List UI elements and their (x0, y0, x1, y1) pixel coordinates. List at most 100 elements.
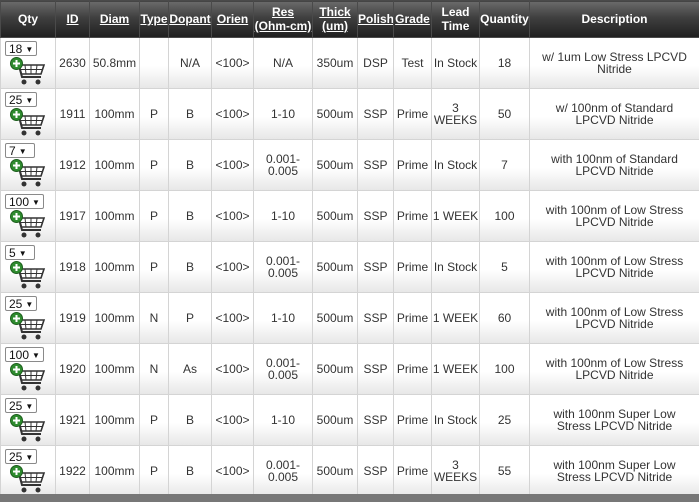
cell-diam: 50.8mm (89, 37, 140, 89)
cell-thick: 500um (312, 241, 358, 293)
qty-select[interactable]: 25 ▼ (5, 398, 38, 413)
cell-polish: SSP (357, 190, 394, 242)
cell-res: 0.001-0.005 (253, 445, 313, 497)
qty-cell: 25 ▼ (0, 88, 56, 140)
table-row: 25 ▼ 1911 100mm P B <100> 1-10 500um SSP Prime 3 WE… (0, 88, 699, 140)
cell-dopant: N/A (168, 37, 212, 89)
table-row: 5 ▼ 1918 100mm P B <100> 0.001-0.005 500um SSP Pri… (0, 241, 699, 293)
add-to-cart-icon[interactable] (10, 209, 46, 239)
cell-quantity: 100 (479, 343, 530, 395)
chevron-down-icon[interactable]: ▼ (25, 402, 33, 411)
cell-diam: 100mm (89, 88, 140, 140)
cell-id: 1912 (55, 139, 90, 191)
column-header-res[interactable]: Res (Ohm-cm) (253, 0, 313, 38)
add-to-cart-icon[interactable] (10, 311, 46, 341)
table-row: 100 ▼ 1917 100mm P B <100> 1-10 500um SSP Prime 1 W… (0, 190, 699, 242)
table-body: 18 ▼ 2630 50.8mm N/A <100> N/A 350um DSP Test In S… (0, 37, 699, 497)
add-to-cart-icon[interactable] (10, 56, 46, 86)
cell-orien: <100> (211, 394, 254, 446)
cell-grade: Prime (393, 394, 432, 446)
cell-res: 1-10 (253, 88, 313, 140)
column-header-polish[interactable]: Polish (357, 0, 394, 38)
qty-select[interactable]: 25 ▼ (5, 296, 38, 311)
qty-select[interactable]: 5 ▼ (5, 245, 35, 260)
qty-select[interactable]: 25 ▼ (5, 449, 38, 464)
cell-lead: In Stock (431, 139, 480, 191)
column-header-grade[interactable]: Grade (393, 0, 432, 38)
column-header-sublabel: (Ohm-cm) (254, 19, 312, 33)
chevron-down-icon[interactable]: ▼ (25, 45, 33, 54)
cell-desc: with 100nm of Low Stress LPCVD Nitride (529, 190, 699, 242)
cell-type (139, 37, 169, 89)
cell-dopant: B (168, 88, 212, 140)
column-header-id[interactable]: ID (55, 0, 90, 38)
cell-thick: 500um (312, 139, 358, 191)
cell-grade: Prime (393, 343, 432, 395)
column-header-label: Polish (358, 12, 394, 26)
column-header-qty: Qty (0, 0, 56, 38)
cell-orien: <100> (211, 37, 254, 89)
cell-thick: 500um (312, 88, 358, 140)
add-to-cart-icon[interactable] (10, 362, 46, 392)
qty-cell: 100 ▼ (0, 343, 56, 395)
cell-type: P (139, 88, 169, 140)
qty-select[interactable]: 100 ▼ (5, 347, 44, 362)
cell-thick: 500um (312, 343, 358, 395)
chevron-down-icon[interactable]: ▼ (25, 300, 33, 309)
cell-diam: 100mm (89, 190, 140, 242)
chevron-down-icon[interactable]: ▼ (32, 351, 40, 360)
cell-id: 1917 (55, 190, 90, 242)
table-row: 25 ▼ 1922 100mm P B <100> 0.001-0.005 500um SSP Pr… (0, 445, 699, 497)
cell-dopant: B (168, 190, 212, 242)
qty-select-value: 25 (9, 450, 23, 464)
cell-diam: 100mm (89, 445, 140, 497)
table-row: 100 ▼ 1920 100mm N As <100> 0.001-0.005 500um SSP… (0, 343, 699, 395)
add-to-cart-icon[interactable] (10, 260, 46, 290)
qty-select-value: 100 (9, 195, 30, 209)
cell-id: 1919 (55, 292, 90, 344)
cell-orien: <100> (211, 88, 254, 140)
chevron-down-icon[interactable]: ▼ (25, 96, 33, 105)
qty-select[interactable]: 25 ▼ (5, 92, 38, 107)
cell-lead: In Stock (431, 241, 480, 293)
column-header-label: Quantity (480, 12, 529, 26)
cell-desc: w/ 1um Low Stress LPCVD Nitride (529, 37, 699, 89)
cell-lead: 1 WEEK (431, 190, 480, 242)
add-to-cart-icon[interactable] (10, 107, 46, 137)
qty-cell: 25 ▼ (0, 292, 56, 344)
qty-select[interactable]: 100 ▼ (5, 194, 44, 209)
cell-polish: SSP (357, 139, 394, 191)
column-header-type[interactable]: Type (139, 0, 169, 38)
table-row: 25 ▼ 1921 100mm P B <100> 1-10 500um SSP Prime In S… (0, 394, 699, 446)
cell-diam: 100mm (89, 343, 140, 395)
column-header-dopant[interactable]: Dopant (168, 0, 212, 38)
qty-select[interactable]: 18 ▼ (5, 41, 38, 56)
chevron-down-icon[interactable]: ▼ (32, 198, 40, 207)
cell-orien: <100> (211, 190, 254, 242)
column-header-diam[interactable]: Diam (89, 0, 140, 38)
cell-orien: <100> (211, 292, 254, 344)
column-header-orien[interactable]: Orien (211, 0, 254, 38)
header-row: Qty ID Diam Type Dopant Orien Res (Ohm-cm) Thick… (0, 0, 699, 38)
cell-desc: with 100nm of Standard LPCVD Nitride (529, 139, 699, 191)
cell-thick: 500um (312, 190, 358, 242)
column-header-thick[interactable]: Thick (um) (312, 0, 358, 38)
chevron-down-icon[interactable]: ▼ (19, 147, 27, 156)
cell-diam: 100mm (89, 241, 140, 293)
add-to-cart-icon[interactable] (10, 158, 46, 188)
qty-cell: 25 ▼ (0, 445, 56, 497)
cell-type: P (139, 190, 169, 242)
qty-select-value: 18 (9, 42, 23, 56)
cell-type: P (139, 445, 169, 497)
add-to-cart-icon[interactable] (10, 464, 46, 494)
chevron-down-icon[interactable]: ▼ (19, 249, 27, 258)
cell-dopant: B (168, 394, 212, 446)
cell-res: N/A (253, 37, 313, 89)
add-to-cart-icon[interactable] (10, 413, 46, 443)
column-header-label: Type (140, 12, 168, 26)
qty-select-value: 25 (9, 297, 23, 311)
qty-select-value: 100 (9, 348, 30, 362)
chevron-down-icon[interactable]: ▼ (25, 453, 33, 462)
qty-select[interactable]: 7 ▼ (5, 143, 35, 158)
column-header-label: Description (581, 12, 648, 26)
